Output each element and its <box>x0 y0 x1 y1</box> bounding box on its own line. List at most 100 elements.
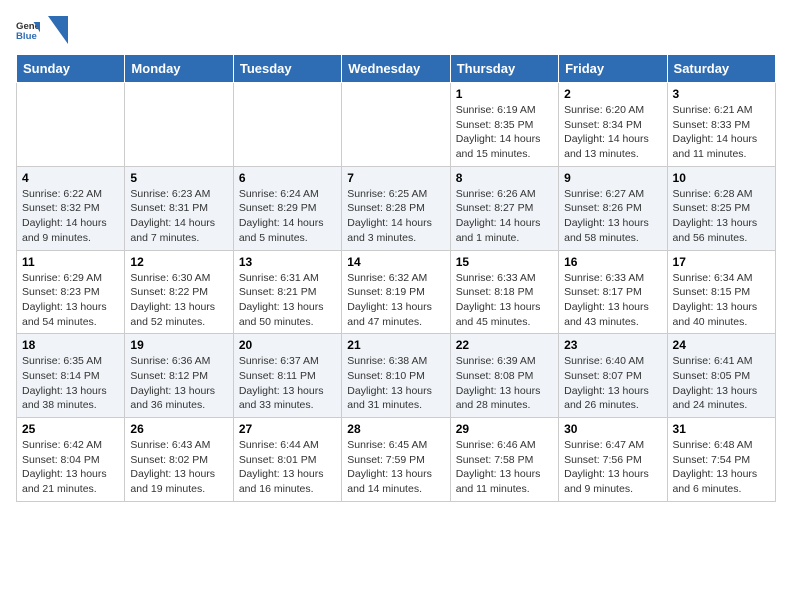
day-info: Sunrise: 6:46 AM Sunset: 7:58 PM Dayligh… <box>456 438 553 497</box>
calendar-week-row: 4 Sunrise: 6:22 AM Sunset: 8:32 PM Daylig… <box>17 166 776 250</box>
day-info: Sunrise: 6:44 AM Sunset: 8:01 PM Dayligh… <box>239 438 336 497</box>
calendar-cell: 15 Sunrise: 6:33 AM Sunset: 8:18 PM Dayli… <box>450 250 558 334</box>
calendar-cell: 30 Sunrise: 6:47 AM Sunset: 7:56 PM Dayli… <box>559 418 667 502</box>
calendar-cell: 6Sunrise: 6:24 AM Sunset: 8:29 PM Daylig… <box>233 166 341 250</box>
day-info: Sunrise: 6:26 AM Sunset: 8:27 PM Dayligh… <box>456 187 553 246</box>
calendar-week-row: 1 Sunrise: 6:19 AM Sunset: 8:35 PM Daylig… <box>17 83 776 167</box>
day-number: 9 <box>564 171 661 185</box>
calendar-header-sunday: Sunday <box>17 55 125 83</box>
day-info: Sunrise: 6:47 AM Sunset: 7:56 PM Dayligh… <box>564 438 661 497</box>
day-info: Sunrise: 6:29 AM Sunset: 8:23 PM Dayligh… <box>22 271 119 330</box>
day-info: Sunrise: 6:21 AM Sunset: 8:33 PM Dayligh… <box>673 103 770 162</box>
calendar-cell: 11 Sunrise: 6:29 AM Sunset: 8:23 PM Dayli… <box>17 250 125 334</box>
day-info: Sunrise: 6:39 AM Sunset: 8:08 PM Dayligh… <box>456 354 553 413</box>
day-number: 8 <box>456 171 553 185</box>
day-info: Sunrise: 6:34 AM Sunset: 8:15 PM Dayligh… <box>673 271 770 330</box>
logo: General Blue <box>16 16 68 44</box>
calendar-cell <box>342 83 450 167</box>
day-number: 16 <box>564 255 661 269</box>
day-number: 19 <box>130 338 227 352</box>
calendar-cell: 10Sunrise: 6:28 AM Sunset: 8:25 PM Dayli… <box>667 166 775 250</box>
calendar-header-row: SundayMondayTuesdayWednesdayThursdayFrid… <box>17 55 776 83</box>
day-info: Sunrise: 6:35 AM Sunset: 8:14 PM Dayligh… <box>22 354 119 413</box>
day-info: Sunrise: 6:43 AM Sunset: 8:02 PM Dayligh… <box>130 438 227 497</box>
calendar-cell: 13Sunrise: 6:31 AM Sunset: 8:21 PM Dayli… <box>233 250 341 334</box>
day-number: 30 <box>564 422 661 436</box>
calendar-cell: 19 Sunrise: 6:36 AM Sunset: 8:12 PM Dayli… <box>125 334 233 418</box>
calendar-header-saturday: Saturday <box>667 55 775 83</box>
day-info: Sunrise: 6:33 AM Sunset: 8:17 PM Dayligh… <box>564 271 661 330</box>
day-info: Sunrise: 6:27 AM Sunset: 8:26 PM Dayligh… <box>564 187 661 246</box>
logo-arrow-icon <box>48 16 68 44</box>
day-number: 2 <box>564 87 661 101</box>
day-info: Sunrise: 6:33 AM Sunset: 8:18 PM Dayligh… <box>456 271 553 330</box>
calendar-cell: 7Sunrise: 6:25 AM Sunset: 8:28 PM Daylig… <box>342 166 450 250</box>
day-info: Sunrise: 6:28 AM Sunset: 8:25 PM Dayligh… <box>673 187 770 246</box>
calendar-cell: 25 Sunrise: 6:42 AM Sunset: 8:04 PM Dayli… <box>17 418 125 502</box>
day-number: 25 <box>22 422 119 436</box>
calendar-cell: 12 Sunrise: 6:30 AM Sunset: 8:22 PM Dayli… <box>125 250 233 334</box>
calendar-cell: 26 Sunrise: 6:43 AM Sunset: 8:02 PM Dayli… <box>125 418 233 502</box>
day-number: 22 <box>456 338 553 352</box>
day-number: 20 <box>239 338 336 352</box>
calendar-week-row: 25 Sunrise: 6:42 AM Sunset: 8:04 PM Dayli… <box>17 418 776 502</box>
calendar-cell <box>125 83 233 167</box>
calendar-cell: 8 Sunrise: 6:26 AM Sunset: 8:27 PM Daylig… <box>450 166 558 250</box>
logo-icon: General Blue <box>16 18 40 42</box>
day-info: Sunrise: 6:31 AM Sunset: 8:21 PM Dayligh… <box>239 271 336 330</box>
day-number: 14 <box>347 255 444 269</box>
day-number: 21 <box>347 338 444 352</box>
calendar-cell: 5Sunrise: 6:23 AM Sunset: 8:31 PM Daylig… <box>125 166 233 250</box>
day-info: Sunrise: 6:32 AM Sunset: 8:19 PM Dayligh… <box>347 271 444 330</box>
calendar-cell: 27 Sunrise: 6:44 AM Sunset: 8:01 PM Dayli… <box>233 418 341 502</box>
day-number: 17 <box>673 255 770 269</box>
day-number: 27 <box>239 422 336 436</box>
day-info: Sunrise: 6:19 AM Sunset: 8:35 PM Dayligh… <box>456 103 553 162</box>
calendar-table: SundayMondayTuesdayWednesdayThursdayFrid… <box>16 54 776 502</box>
calendar-cell <box>233 83 341 167</box>
day-number: 29 <box>456 422 553 436</box>
calendar-cell: 14 Sunrise: 6:32 AM Sunset: 8:19 PM Dayli… <box>342 250 450 334</box>
day-info: Sunrise: 6:42 AM Sunset: 8:04 PM Dayligh… <box>22 438 119 497</box>
calendar-week-row: 18Sunrise: 6:35 AM Sunset: 8:14 PM Dayli… <box>17 334 776 418</box>
day-number: 7 <box>347 171 444 185</box>
calendar-header-tuesday: Tuesday <box>233 55 341 83</box>
calendar-header-thursday: Thursday <box>450 55 558 83</box>
day-info: Sunrise: 6:22 AM Sunset: 8:32 PM Dayligh… <box>22 187 119 246</box>
day-number: 3 <box>673 87 770 101</box>
calendar-cell: 28 Sunrise: 6:45 AM Sunset: 7:59 PM Dayli… <box>342 418 450 502</box>
calendar-cell: 2 Sunrise: 6:20 AM Sunset: 8:34 PM Daylig… <box>559 83 667 167</box>
day-number: 31 <box>673 422 770 436</box>
calendar-cell: 23Sunrise: 6:40 AM Sunset: 8:07 PM Dayli… <box>559 334 667 418</box>
day-info: Sunrise: 6:20 AM Sunset: 8:34 PM Dayligh… <box>564 103 661 162</box>
calendar-cell: 16 Sunrise: 6:33 AM Sunset: 8:17 PM Dayli… <box>559 250 667 334</box>
day-info: Sunrise: 6:40 AM Sunset: 8:07 PM Dayligh… <box>564 354 661 413</box>
calendar-cell: 31 Sunrise: 6:48 AM Sunset: 7:54 PM Dayli… <box>667 418 775 502</box>
day-number: 15 <box>456 255 553 269</box>
day-info: Sunrise: 6:37 AM Sunset: 8:11 PM Dayligh… <box>239 354 336 413</box>
day-number: 4 <box>22 171 119 185</box>
day-info: Sunrise: 6:36 AM Sunset: 8:12 PM Dayligh… <box>130 354 227 413</box>
day-info: Sunrise: 6:30 AM Sunset: 8:22 PM Dayligh… <box>130 271 227 330</box>
calendar-cell: 22 Sunrise: 6:39 AM Sunset: 8:08 PM Dayli… <box>450 334 558 418</box>
page-header: General Blue <box>16 16 776 44</box>
day-number: 11 <box>22 255 119 269</box>
calendar-header-friday: Friday <box>559 55 667 83</box>
calendar-header-monday: Monday <box>125 55 233 83</box>
day-number: 1 <box>456 87 553 101</box>
day-number: 26 <box>130 422 227 436</box>
calendar-cell: 29 Sunrise: 6:46 AM Sunset: 7:58 PM Dayli… <box>450 418 558 502</box>
day-info: Sunrise: 6:38 AM Sunset: 8:10 PM Dayligh… <box>347 354 444 413</box>
day-info: Sunrise: 6:45 AM Sunset: 7:59 PM Dayligh… <box>347 438 444 497</box>
calendar-cell: 1 Sunrise: 6:19 AM Sunset: 8:35 PM Daylig… <box>450 83 558 167</box>
calendar-cell: 20 Sunrise: 6:37 AM Sunset: 8:11 PM Dayli… <box>233 334 341 418</box>
day-info: Sunrise: 6:41 AM Sunset: 8:05 PM Dayligh… <box>673 354 770 413</box>
calendar-cell: 9 Sunrise: 6:27 AM Sunset: 8:26 PM Daylig… <box>559 166 667 250</box>
svg-text:Blue: Blue <box>16 31 37 42</box>
day-number: 5 <box>130 171 227 185</box>
calendar-header-wednesday: Wednesday <box>342 55 450 83</box>
day-number: 24 <box>673 338 770 352</box>
day-number: 12 <box>130 255 227 269</box>
day-info: Sunrise: 6:48 AM Sunset: 7:54 PM Dayligh… <box>673 438 770 497</box>
day-number: 28 <box>347 422 444 436</box>
